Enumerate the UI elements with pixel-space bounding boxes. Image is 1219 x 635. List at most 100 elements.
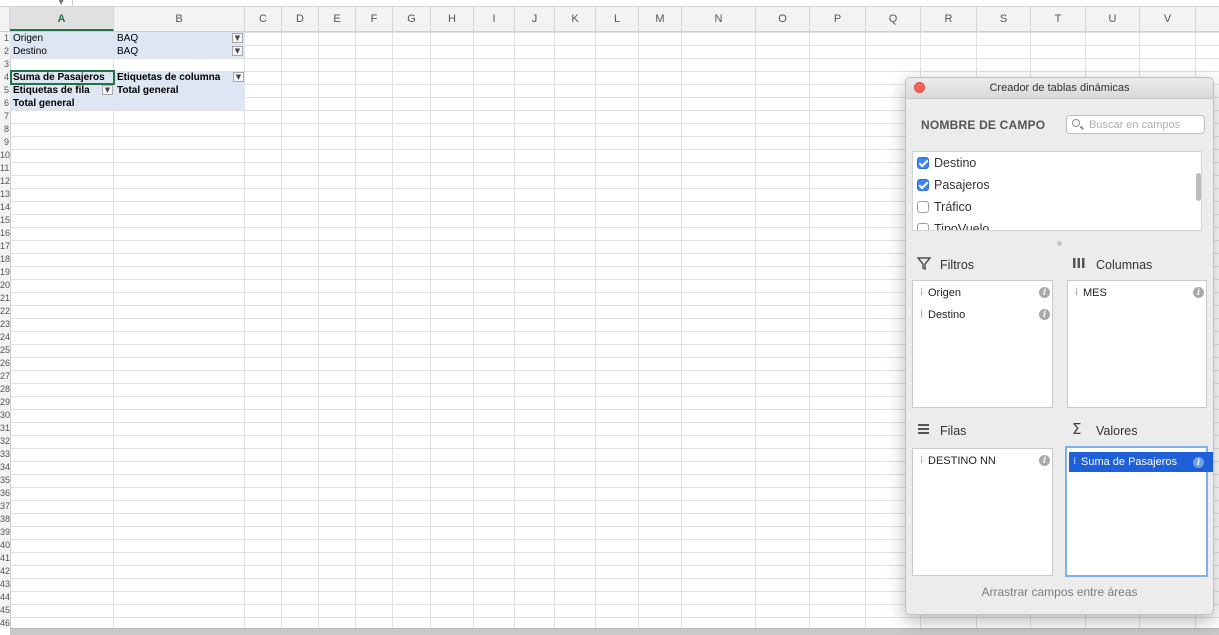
column-header-i[interactable]: I xyxy=(474,7,515,31)
info-icon[interactable]: i xyxy=(1039,287,1050,298)
row-header[interactable]: 9 xyxy=(0,136,10,149)
row-header[interactable]: 1 xyxy=(0,32,10,45)
total-general-column-cell[interactable]: Total general xyxy=(114,84,232,97)
checkbox-checked[interactable] xyxy=(917,157,929,169)
filas-item-destino-nn[interactable]: ⁞ DESTINO NN xyxy=(916,451,996,471)
row-header[interactable]: 7 xyxy=(0,110,10,123)
column-header-k[interactable]: K xyxy=(555,7,596,31)
row-header[interactable]: 5 xyxy=(0,84,10,97)
column-header-j[interactable]: J xyxy=(515,7,555,31)
row-header[interactable]: 16 xyxy=(0,227,10,240)
filas-drop-area[interactable]: ⁞ DESTINO NN i xyxy=(912,448,1053,576)
row-header[interactable]: 40 xyxy=(0,539,10,552)
row-header[interactable]: 36 xyxy=(0,487,10,500)
row-header[interactable]: 29 xyxy=(0,396,10,409)
filter-destino-dropdown-icon[interactable]: ▼ xyxy=(232,46,243,56)
row-header[interactable]: 37 xyxy=(0,500,10,513)
column-header-q[interactable]: Q xyxy=(866,7,921,31)
row-header[interactable]: 26 xyxy=(0,357,10,370)
column-labels-cell[interactable]: Etiquetas de columna xyxy=(114,71,232,84)
column-header-c[interactable]: C xyxy=(245,7,282,31)
row-header[interactable]: 44 xyxy=(0,591,10,604)
info-icon[interactable]: i xyxy=(1193,287,1204,298)
row-header[interactable]: 25 xyxy=(0,344,10,357)
column-header-s[interactable]: S xyxy=(977,7,1031,31)
row-header[interactable]: 11 xyxy=(0,162,10,175)
row-header[interactable]: 46 xyxy=(0,617,10,628)
info-icon[interactable]: i xyxy=(1039,455,1050,466)
row-header[interactable]: 35 xyxy=(0,474,10,487)
row-header[interactable]: 10 xyxy=(0,149,10,162)
field-list-scrollbar[interactable] xyxy=(1196,173,1201,201)
row-header[interactable]: 32 xyxy=(0,435,10,448)
row-header[interactable]: 19 xyxy=(0,266,10,279)
column-header-t[interactable]: T xyxy=(1031,7,1086,31)
row-header[interactable]: 42 xyxy=(0,565,10,578)
checkbox-checked[interactable] xyxy=(917,179,929,191)
row-header[interactable]: 3 xyxy=(0,58,10,71)
filter-origen-dropdown-icon[interactable]: ▼ xyxy=(232,33,243,43)
checkbox-unchecked[interactable] xyxy=(917,201,929,213)
row-header[interactable]: 33 xyxy=(0,448,10,461)
filter-origen-label[interactable]: Origen xyxy=(10,32,114,45)
filtros-item-origen[interactable]: ⁞ Origen xyxy=(916,283,961,303)
row-header[interactable]: 18 xyxy=(0,253,10,266)
checkbox-unchecked[interactable] xyxy=(917,223,929,230)
column-labels-dropdown-icon[interactable]: ▼ xyxy=(233,72,244,82)
name-box-dropdown-icon[interactable]: ▼ xyxy=(58,0,64,6)
filtros-item-destino[interactable]: ⁞ Destino xyxy=(916,305,965,325)
row-header[interactable]: 15 xyxy=(0,214,10,227)
row-header[interactable]: 24 xyxy=(0,331,10,344)
row-header[interactable]: 41 xyxy=(0,552,10,565)
filter-destino-label[interactable]: Destino xyxy=(10,45,114,58)
field-search-input[interactable]: Buscar en campos xyxy=(1066,115,1205,134)
column-header-m[interactable]: M xyxy=(639,7,682,31)
row-header[interactable]: 14 xyxy=(0,201,10,214)
row-labels-cell[interactable]: Etiquetas de fila xyxy=(10,84,102,97)
column-header-b[interactable]: B xyxy=(114,7,245,31)
row-header[interactable]: 27 xyxy=(0,370,10,383)
row-header[interactable]: 2 xyxy=(0,45,10,58)
info-icon[interactable]: i xyxy=(1193,457,1204,468)
row-header[interactable]: 6 xyxy=(0,97,10,110)
info-icon[interactable]: i xyxy=(1039,309,1050,320)
column-header-v[interactable]: V xyxy=(1140,7,1196,31)
row-header[interactable]: 45 xyxy=(0,604,10,617)
columnas-drop-area[interactable]: ⁞ MES i xyxy=(1067,280,1207,408)
column-header-p[interactable]: P xyxy=(810,7,866,31)
total-general-row-cell[interactable]: Total general xyxy=(10,97,114,110)
column-header-e[interactable]: E xyxy=(319,7,356,31)
field-list[interactable]: Destino Pasajeros Tráfico TipoVuelo xyxy=(912,151,1202,231)
row-header[interactable]: 17 xyxy=(0,240,10,253)
column-header-d[interactable]: D xyxy=(282,7,319,31)
row-header[interactable]: 30 xyxy=(0,409,10,422)
row-header[interactable]: 39 xyxy=(0,526,10,539)
row-header[interactable]: 34 xyxy=(0,461,10,474)
column-header-l[interactable]: L xyxy=(596,7,639,31)
row-header[interactable]: 22 xyxy=(0,305,10,318)
column-header-f[interactable]: F xyxy=(356,7,393,31)
select-all-corner[interactable] xyxy=(0,7,10,31)
column-header-a[interactable]: A xyxy=(10,7,114,31)
column-header-o[interactable]: O xyxy=(756,7,810,31)
column-header-u[interactable]: U xyxy=(1086,7,1140,31)
row-header[interactable]: 12 xyxy=(0,175,10,188)
filter-origen-value[interactable]: BAQ xyxy=(114,32,232,45)
filtros-drop-area[interactable]: ⁞ Origen i ⁞ Destino i xyxy=(912,280,1053,408)
row-header[interactable]: 23 xyxy=(0,318,10,331)
row-header[interactable]: 38 xyxy=(0,513,10,526)
row-header[interactable]: 13 xyxy=(0,188,10,201)
row-header[interactable]: 8 xyxy=(0,123,10,136)
row-header[interactable]: 21 xyxy=(0,292,10,305)
filter-destino-value[interactable]: BAQ xyxy=(114,45,232,58)
columnas-item-mes[interactable]: ⁞ MES xyxy=(1071,283,1107,303)
resize-handle-icon[interactable] xyxy=(1057,241,1062,246)
row-labels-dropdown-icon[interactable]: ▼ xyxy=(102,85,113,95)
valores-drop-area[interactable]: ⁞ Suma de Pasajeros i xyxy=(1065,446,1213,577)
column-header-g[interactable]: G xyxy=(393,7,431,31)
column-header-n[interactable]: N xyxy=(682,7,756,31)
row-header[interactable]: 43 xyxy=(0,578,10,591)
panel-titlebar[interactable]: Creador de tablas dinámicas xyxy=(906,78,1213,99)
column-header-h[interactable]: H xyxy=(431,7,474,31)
row-header[interactable]: 20 xyxy=(0,279,10,292)
